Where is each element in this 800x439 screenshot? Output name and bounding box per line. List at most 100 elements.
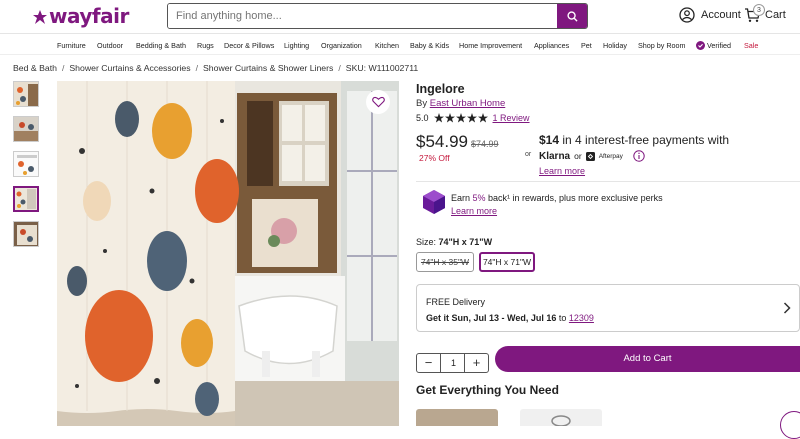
payment-learn-more-link[interactable]: Learn more xyxy=(539,166,585,176)
payment-providers: Klarna or Afterpay xyxy=(539,150,645,162)
breadcrumb-separator: / xyxy=(195,63,198,73)
nav-item-organization[interactable]: Organization xyxy=(321,41,362,50)
size-label-text: Size: xyxy=(416,237,439,247)
search-icon xyxy=(566,10,578,22)
rating-row: 5.0 1 Review xyxy=(416,113,530,123)
search-input[interactable] xyxy=(168,4,558,28)
nav-item-shop-by-room[interactable]: Shop by Room xyxy=(638,41,686,50)
delivery-box[interactable]: FREE Delivery Get it Sun, Jul 13 - Wed, … xyxy=(416,284,800,332)
nav-item-decor-pillows[interactable]: Decor & Pillows xyxy=(224,41,274,50)
installment-offer: $14 in 4 interest-free payments with xyxy=(539,133,729,147)
account-link[interactable]: Account xyxy=(679,7,741,23)
info-icon[interactable] xyxy=(633,150,645,162)
nav-item-rugs[interactable]: Rugs xyxy=(197,41,214,50)
thumbnail-image xyxy=(14,152,38,176)
earn-prefix: Earn xyxy=(451,193,473,203)
search-button[interactable] xyxy=(557,4,587,28)
nav-item-bedding-bath[interactable]: Bedding & Bath xyxy=(136,41,186,50)
earn-suffix: back¹ in rewards, plus more exclusive pe… xyxy=(485,193,663,203)
brand-link[interactable]: East Urban Home xyxy=(430,98,506,109)
shower-curtain-photo xyxy=(57,81,399,426)
ring-product-image xyxy=(551,415,571,427)
rewards-learn-more-link[interactable]: Learn more xyxy=(451,206,497,216)
thumbnail-image xyxy=(14,117,38,141)
nav-item-baby-kids[interactable]: Baby & Kids xyxy=(410,41,449,50)
breadcrumb-item[interactable]: Shower Curtains & Shower Liners xyxy=(203,63,333,73)
product-brand-line: By East Urban Home xyxy=(416,98,505,109)
nav-item-pet[interactable]: Pet xyxy=(581,41,592,50)
rewards-text: Earn 5% back¹ in rewards, plus more excl… xyxy=(451,193,663,203)
add-to-cart-button[interactable]: Add to Cart xyxy=(495,346,800,372)
rewards-gem-icon xyxy=(423,190,445,214)
nav-item-furniture[interactable]: Furniture xyxy=(57,41,86,50)
nav-item-appliances[interactable]: Appliances xyxy=(534,41,569,50)
thumbnail-3[interactable] xyxy=(13,151,39,177)
increase-quantity-button[interactable]: + xyxy=(464,354,488,372)
logo-text: wayfair xyxy=(49,4,129,28)
breadcrumb-separator: / xyxy=(61,63,65,73)
wayfair-logo[interactable]: wayfair xyxy=(33,4,129,28)
size-selected-value: 74"H x 71"W xyxy=(438,237,493,247)
klarna-logo: Klarna xyxy=(539,150,571,162)
thumbnail-5[interactable] xyxy=(13,221,39,247)
thumbnail-1[interactable] xyxy=(13,81,39,107)
cart-count-badge: 3 xyxy=(753,4,765,16)
installment-text: in 4 interest-free payments with xyxy=(559,133,730,147)
wayfair-star-icon xyxy=(33,10,47,24)
related-product-card[interactable] xyxy=(416,409,498,426)
afterpay-logo: Afterpay xyxy=(598,152,623,160)
nav-item-verified[interactable]: Verified xyxy=(696,41,731,50)
heart-icon xyxy=(371,96,385,108)
size-option-74x35[interactable]: 74"H x 35"W xyxy=(416,252,474,272)
size-option-74x71[interactable]: 74"H x 71"W xyxy=(479,252,535,272)
installment-amount: $14 xyxy=(539,133,560,147)
delivery-title: FREE Delivery xyxy=(426,297,486,307)
thumbnail-2[interactable] xyxy=(13,116,39,142)
verified-badge-icon xyxy=(696,41,705,50)
size-label: Size: 74"H x 71"W xyxy=(416,237,492,247)
account-label: Account xyxy=(701,9,741,21)
rating-value: 5.0 xyxy=(416,113,429,123)
thumbnail-image xyxy=(14,222,38,246)
decrease-quantity-button[interactable]: − xyxy=(417,354,441,372)
breadcrumb-item[interactable]: Bed & Bath xyxy=(13,63,57,73)
earn-percent: 5% xyxy=(472,193,486,203)
by-label: By xyxy=(416,98,428,109)
chat-button[interactable] xyxy=(780,411,800,439)
delivery-dates: Sun, Jul 13 - Wed, Jul 16 xyxy=(451,313,557,323)
breadcrumb-separator: / xyxy=(338,63,341,73)
divider xyxy=(416,181,800,182)
nav-item-kitchen[interactable]: Kitchen xyxy=(375,41,399,50)
quantity-stepper: − 1 + xyxy=(416,353,489,373)
nav-item-lighting[interactable]: Lighting xyxy=(284,41,309,50)
nav-item-sale[interactable]: Sale xyxy=(744,41,758,50)
cart-label: Cart xyxy=(765,9,786,21)
zip-code-link[interactable]: 12309 xyxy=(569,313,594,323)
cart-link[interactable]: 3 Cart xyxy=(744,4,786,23)
main-product-image[interactable] xyxy=(57,81,399,426)
original-price: $74.99 xyxy=(471,139,499,149)
search-bar xyxy=(167,3,588,29)
site-header: wayfair Account 3 Cart xyxy=(0,0,800,34)
category-nav: Furniture Outdoor Bedding & Bath Rugs De… xyxy=(0,35,800,55)
thumbnail-image xyxy=(14,82,38,106)
breadcrumb-item[interactable]: Shower Curtains & Accessories xyxy=(69,63,190,73)
nav-item-outdoor[interactable]: Outdoor xyxy=(97,41,123,50)
delivery-prefix: Get it xyxy=(426,313,452,323)
nav-item-holiday[interactable]: Holiday xyxy=(603,41,627,50)
chevron-right-icon xyxy=(783,302,791,314)
breadcrumb: Bed & Bath / Shower Curtains & Accessories… xyxy=(13,63,418,73)
afterpay-icon xyxy=(585,151,595,161)
related-product-card[interactable] xyxy=(520,409,602,427)
discount-label: 27% Off xyxy=(419,153,450,163)
thumbnail-4[interactable] xyxy=(13,186,39,212)
delivery-dates-line: Get it Sun, Jul 13 - Wed, Jul 16 to 1230… xyxy=(426,313,594,323)
or-divider: or xyxy=(525,151,532,158)
reviews-link[interactable]: 1 Review xyxy=(493,113,530,123)
five-star-rating-icon xyxy=(433,113,488,123)
nav-item-home-improvement[interactable]: Home Improvement xyxy=(459,41,522,50)
quantity-value[interactable]: 1 xyxy=(441,354,466,372)
product-title: Ingelore xyxy=(416,82,465,96)
favorite-button[interactable] xyxy=(366,90,390,114)
delivery-to: to xyxy=(556,313,569,323)
